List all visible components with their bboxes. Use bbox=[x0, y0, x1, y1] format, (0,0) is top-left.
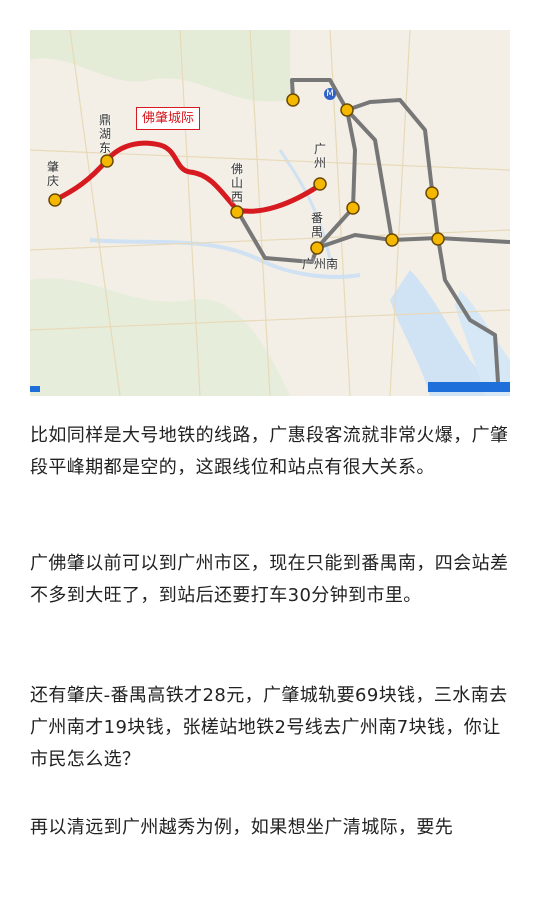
metro-icon: M bbox=[324, 88, 336, 100]
station-label-dinghudong: 鼎湖东 bbox=[98, 113, 111, 155]
line-callout: 佛肇城际 bbox=[136, 107, 201, 130]
station-label-panyu: 番禺 bbox=[310, 211, 323, 239]
image-indicator-bar bbox=[30, 382, 510, 392]
map-graphic bbox=[30, 30, 510, 396]
route-map-image: M 佛肇城际 肇庆 鼎湖东 佛山西 广州 番禺 广州南 bbox=[30, 30, 510, 396]
article-paragraph-4: 再以清远到广州越秀为例，如果想坐广清城际，要先 bbox=[30, 817, 454, 838]
station-label-foshanxi: 佛山西 bbox=[230, 162, 243, 204]
article-paragraph-1: 比如同样是大号地铁的线路，广惠段客流就非常火爆，广肇段平峰期都是空的，这跟线位和… bbox=[30, 425, 509, 478]
article-paragraph-2: 广佛肇以前可以到广州市区，现在只能到番禺南，四会站差不多到大旺了，到站后还要打车… bbox=[30, 553, 509, 606]
station-label-guangzhou: 广州 bbox=[313, 142, 326, 170]
article-paragraph-3: 还有肇庆-番禺高铁才28元，广肇城轨要69块钱，三水南去广州南才19块钱，张槎站… bbox=[30, 685, 508, 770]
station-label-guangzhounan: 广州南 bbox=[302, 257, 339, 271]
station-label-zhaoqing: 肇庆 bbox=[46, 160, 59, 188]
